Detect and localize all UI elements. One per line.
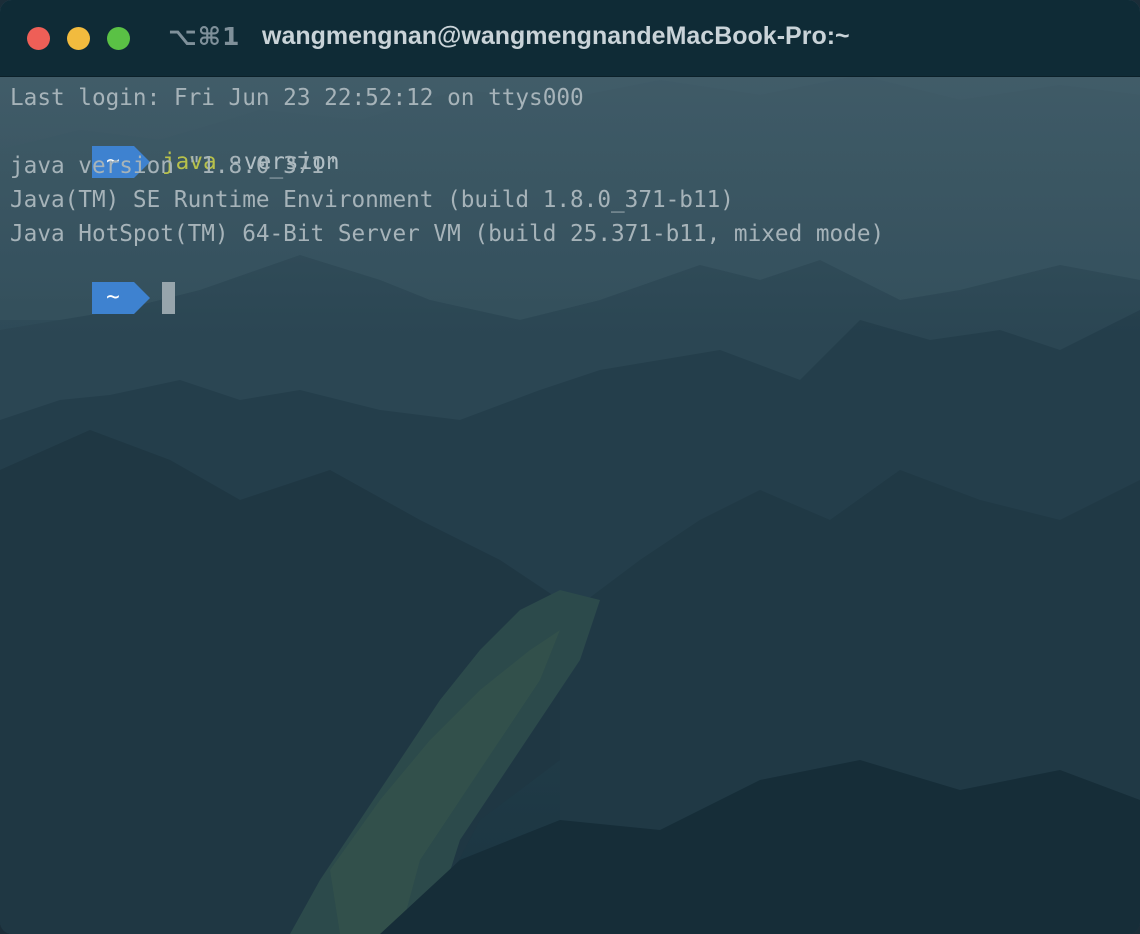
minimize-button[interactable] [67,27,90,50]
close-button[interactable] [27,27,50,50]
terminal-output[interactable]: Last login: Fri Jun 23 22:52:12 on ttys0… [10,83,1130,923]
terminal-window: ⌥⌘1 wangmengnan@wangmengnandeMacBook-Pro… [0,0,1140,934]
tab-shortcut-label: ⌥⌘1 [168,22,241,51]
active-prompt-line[interactable]: ~ [10,253,1130,314]
prompt: ~ [91,282,162,314]
output-line: java version "1.8.0_371" [10,153,338,179]
window-title: wangmengnan@wangmengnandeMacBook-Pro:~ [262,22,850,50]
output-line: Java HotSpot(TM) 64-Bit Server VM (build… [10,221,885,247]
text-cursor[interactable] [161,282,175,314]
last-login-line: Last login: Fri Jun 23 22:52:12 on ttys0… [10,85,584,111]
command-line: ~ java -version [10,117,1130,178]
zoom-button[interactable] [107,27,130,50]
output-line: Java(TM) SE Runtime Environment (build 1… [10,187,734,213]
title-bar[interactable]: ⌥⌘1 wangmengnan@wangmengnandeMacBook-Pro… [0,0,1140,77]
prompt-directory-badge: ~ [91,282,150,314]
